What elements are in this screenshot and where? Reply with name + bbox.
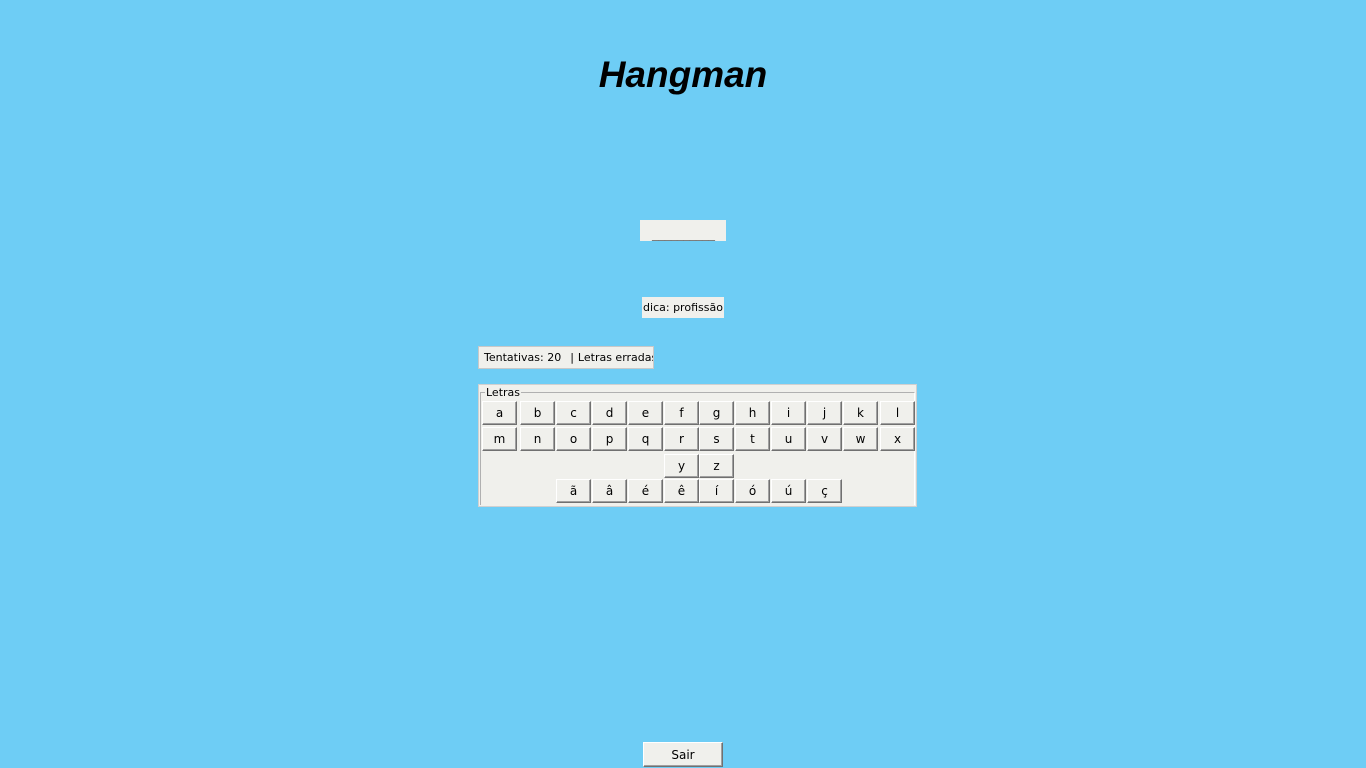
- letter-key[interactable]: l: [880, 401, 915, 425]
- hangman-window: Hangman __________ dica: profissão Tenta…: [0, 0, 1366, 768]
- letter-key[interactable]: k: [843, 401, 878, 425]
- exit-button[interactable]: Sair: [643, 742, 723, 767]
- letter-key[interactable]: a: [482, 401, 517, 425]
- letter-key[interactable]: u: [771, 427, 806, 451]
- letter-key[interactable]: v: [807, 427, 842, 451]
- letter-key[interactable]: z: [699, 454, 734, 478]
- letter-key[interactable]: â: [592, 479, 627, 503]
- status-separator: |: [570, 351, 574, 364]
- letter-key[interactable]: t: [735, 427, 770, 451]
- letter-key[interactable]: í: [699, 479, 734, 503]
- wrong-letters-label: Letras erradas:: [577, 351, 654, 364]
- letter-key[interactable]: s: [699, 427, 734, 451]
- letter-key[interactable]: e: [628, 401, 663, 425]
- letter-key[interactable]: r: [664, 427, 699, 451]
- letter-key[interactable]: ã: [556, 479, 591, 503]
- letter-key[interactable]: p: [592, 427, 627, 451]
- letter-key[interactable]: q: [628, 427, 663, 451]
- letter-key[interactable]: y: [664, 454, 699, 478]
- letter-key[interactable]: i: [771, 401, 806, 425]
- letter-key[interactable]: f: [664, 401, 699, 425]
- letter-key[interactable]: m: [482, 427, 517, 451]
- masked-word-display: __________: [640, 220, 726, 241]
- letter-key[interactable]: c: [556, 401, 591, 425]
- letter-key[interactable]: o: [556, 427, 591, 451]
- letter-key[interactable]: x: [880, 427, 915, 451]
- status-bar: Tentativas: 20 | Letras erradas:: [478, 346, 654, 369]
- letter-key[interactable]: h: [735, 401, 770, 425]
- letter-key[interactable]: d: [592, 401, 627, 425]
- letter-key[interactable]: n: [520, 427, 555, 451]
- letter-key[interactable]: ç: [807, 479, 842, 503]
- attempts-label: Tentativas: 20: [484, 351, 562, 364]
- letters-panel: Letras abcdefghijkl mnopqrstuvwx yz ãâéêíóú…: [478, 384, 917, 507]
- letter-key[interactable]: ê: [664, 479, 699, 503]
- letter-key[interactable]: ó: [735, 479, 770, 503]
- letter-key[interactable]: ú: [771, 479, 806, 503]
- letter-key[interactable]: é: [628, 479, 663, 503]
- page-title: Hangman: [598, 54, 768, 95]
- letter-key[interactable]: j: [807, 401, 842, 425]
- letter-key[interactable]: b: [520, 401, 555, 425]
- letters-legend: Letras: [485, 386, 522, 400]
- hint-label: dica: profissão: [642, 297, 724, 318]
- letter-key[interactable]: w: [843, 427, 878, 451]
- letter-key[interactable]: g: [699, 401, 734, 425]
